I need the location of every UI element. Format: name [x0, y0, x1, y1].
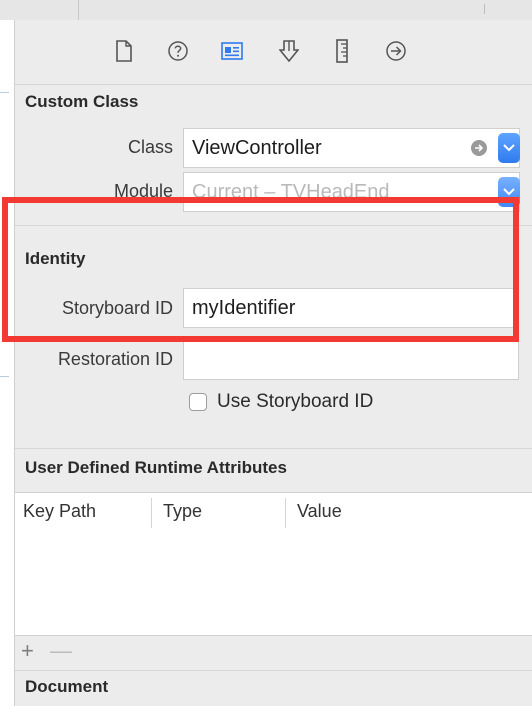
add-attribute-button[interactable]: +: [21, 638, 34, 663]
restoration-id-field[interactable]: [183, 340, 519, 380]
runtime-attributes-table-header: Key Path Type Value: [15, 492, 532, 533]
module-field[interactable]: Current – TVHeadEnd: [183, 172, 520, 212]
ruler-icon[interactable]: [329, 38, 355, 64]
identity-inspector-panel: Custom Class Class ViewController Module…: [15, 20, 532, 706]
column-header-value[interactable]: Value: [297, 501, 342, 522]
question-circle-icon[interactable]: [165, 38, 191, 64]
section-divider: [15, 225, 532, 226]
use-storyboard-id-checkbox[interactable]: [189, 393, 207, 411]
module-dropdown-button[interactable]: [498, 177, 520, 207]
top-divider-small: [484, 4, 485, 14]
editor-canvas-edge: [0, 20, 15, 706]
attributes-icon[interactable]: [276, 38, 302, 64]
storyboard-id-label: Storyboard ID: [61, 298, 173, 318]
chevron-down-icon: [503, 144, 515, 152]
column-header-key-path[interactable]: Key Path: [23, 501, 96, 522]
section-divider: [15, 448, 532, 449]
canvas-guide-line: [0, 376, 9, 377]
top-divider: [78, 0, 79, 20]
column-header-type[interactable]: Type: [163, 501, 202, 522]
custom-class-header: Custom Class: [25, 92, 139, 111]
use-storyboard-id-label: Use Storyboard ID: [217, 391, 374, 412]
module-label: Module: [113, 181, 173, 201]
document-header: Document: [25, 677, 109, 696]
module-field-value: Current – TVHeadEnd: [192, 180, 390, 203]
column-separator: [151, 498, 152, 528]
xcode-inspector-window: Custom Class Class ViewController Module…: [0, 0, 532, 706]
remove-attribute-button[interactable]: —: [50, 638, 72, 663]
column-separator: [285, 498, 286, 528]
go-to-class-icon[interactable]: [471, 140, 487, 156]
section-divider: [15, 670, 532, 671]
arrow-circle-icon[interactable]: [383, 38, 409, 64]
top-strip: [0, 0, 532, 21]
inspector-tab-bar: [15, 20, 532, 85]
restoration-id-label: Restoration ID: [57, 349, 173, 369]
canvas-guide-line: [0, 92, 9, 93]
class-field[interactable]: ViewController: [183, 128, 520, 168]
class-dropdown-button[interactable]: [498, 133, 520, 163]
class-field-value: ViewController: [192, 136, 322, 159]
storyboard-id-field[interactable]: myIdentifier: [183, 288, 519, 328]
identity-card-icon[interactable]: [219, 38, 245, 64]
storyboard-id-value: myIdentifier: [192, 296, 296, 319]
runtime-attributes-header: User Defined Runtime Attributes: [25, 458, 287, 477]
add-remove-controls: + —: [21, 638, 72, 664]
runtime-attributes-table-body[interactable]: [15, 532, 532, 636]
chevron-down-icon: [503, 188, 515, 196]
identity-header: Identity: [25, 249, 86, 268]
class-label: Class: [127, 137, 173, 157]
file-icon[interactable]: [111, 38, 137, 64]
